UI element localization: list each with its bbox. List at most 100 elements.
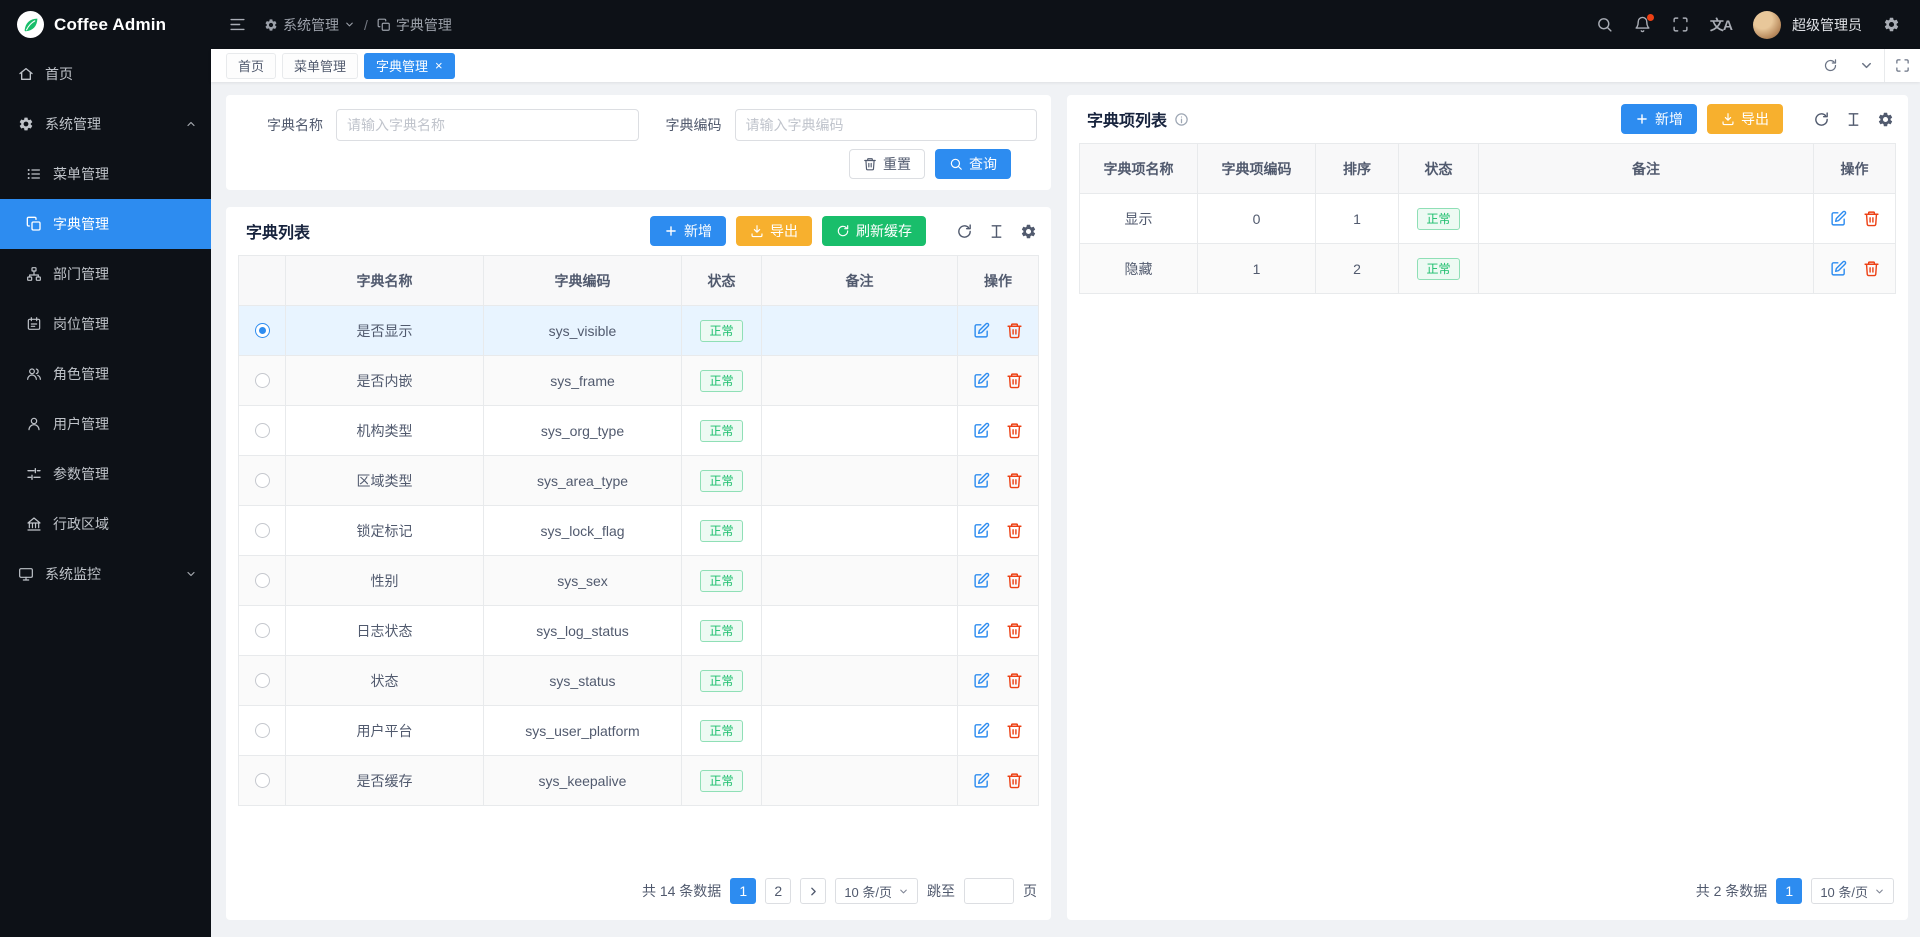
sidebar-item-role-management[interactable]: 角色管理 <box>0 349 211 399</box>
edit-icon[interactable] <box>973 672 990 689</box>
translate-icon[interactable]: 文A <box>1710 15 1732 35</box>
next-page-icon[interactable] <box>800 878 826 904</box>
breadcrumb-item-system[interactable]: 系统管理 <box>264 15 355 35</box>
notification-bell-icon[interactable] <box>1634 16 1651 33</box>
breadcrumb-item-dict[interactable]: 字典管理 <box>377 15 452 35</box>
page-1[interactable]: 1 <box>1776 878 1802 904</box>
refresh-cache-button[interactable]: 刷新缓存 <box>822 216 926 246</box>
table-row[interactable]: 区域类型 sys_area_type 正常 <box>239 456 1038 506</box>
delete-icon[interactable] <box>1006 722 1023 739</box>
row-radio[interactable] <box>255 773 270 788</box>
page-size-select[interactable]: 10 条/页 <box>835 878 918 904</box>
tab-options-chevron-icon[interactable] <box>1848 49 1884 82</box>
table-row[interactable]: 锁定标记 sys_lock_flag 正常 <box>239 506 1038 556</box>
delete-icon[interactable] <box>1006 672 1023 689</box>
username[interactable]: 超级管理员 <box>1792 15 1862 35</box>
edit-icon[interactable] <box>973 322 990 339</box>
dict-code-input[interactable] <box>735 109 1038 141</box>
row-radio[interactable] <box>255 573 270 588</box>
table-row[interactable]: 性别 sys_sex 正常 <box>239 556 1038 606</box>
tab-home[interactable]: 首页 <box>226 53 276 79</box>
avatar[interactable] <box>1753 11 1781 39</box>
row-radio[interactable] <box>255 473 270 488</box>
sidebar-item-menu-management[interactable]: 菜单管理 <box>0 149 211 199</box>
table-row[interactable]: 显示 0 1 正常 <box>1080 194 1895 244</box>
row-radio[interactable] <box>255 673 270 688</box>
refresh-table-icon[interactable] <box>956 223 973 240</box>
refresh-tab-icon[interactable] <box>1812 49 1848 82</box>
edit-icon[interactable] <box>973 622 990 639</box>
table-row[interactable]: 日志状态 sys_log_status 正常 <box>239 606 1038 656</box>
edit-icon[interactable] <box>973 772 990 789</box>
column-settings-icon[interactable] <box>1845 111 1862 128</box>
export-button[interactable]: 导出 <box>736 216 812 246</box>
table-row[interactable]: 是否内嵌 sys_frame 正常 <box>239 356 1038 406</box>
sidebar-item-user-management[interactable]: 用户管理 <box>0 399 211 449</box>
column-settings-icon[interactable] <box>988 223 1005 240</box>
row-radio[interactable] <box>255 373 270 388</box>
dict-name-input[interactable] <box>336 109 639 141</box>
reset-button[interactable]: 重置 <box>849 149 925 179</box>
sidebar-item-system-management[interactable]: 系统管理 <box>0 99 211 149</box>
item-add-button[interactable]: 新增 <box>1621 104 1697 134</box>
delete-icon[interactable] <box>1006 372 1023 389</box>
table-settings-gear-icon[interactable] <box>1020 223 1037 240</box>
refresh-table-icon[interactable] <box>1813 111 1830 128</box>
app-logo[interactable]: Coffee Admin <box>0 0 211 49</box>
sidebar-item-dept-management[interactable]: 部门管理 <box>0 249 211 299</box>
info-icon[interactable] <box>1174 112 1189 127</box>
delete-icon[interactable] <box>1006 572 1023 589</box>
row-radio[interactable] <box>255 423 270 438</box>
edit-icon[interactable] <box>973 372 990 389</box>
sidebar-item-admin-region[interactable]: 行政区域 <box>0 499 211 549</box>
delete-icon[interactable] <box>1006 622 1023 639</box>
item-export-button[interactable]: 导出 <box>1707 104 1783 134</box>
edit-icon[interactable] <box>973 422 990 439</box>
edit-icon[interactable] <box>973 572 990 589</box>
sidebar-item-home[interactable]: 首页 <box>0 49 211 99</box>
edit-icon[interactable] <box>973 522 990 539</box>
status-badge: 正常 <box>700 570 742 592</box>
sidebar-toggle-icon[interactable] <box>229 16 246 33</box>
table-row[interactable]: 机构类型 sys_org_type 正常 <box>239 406 1038 456</box>
page-2[interactable]: 2 <box>765 878 791 904</box>
settings-gear-icon[interactable] <box>1883 16 1900 33</box>
add-button[interactable]: 新增 <box>650 216 726 246</box>
edit-icon[interactable] <box>1830 210 1847 227</box>
row-radio[interactable] <box>255 623 270 638</box>
fullscreen-icon[interactable] <box>1672 16 1689 33</box>
table-row[interactable]: 是否显示 sys_visible 正常 <box>239 306 1038 356</box>
sidebar-item-post-management[interactable]: 岗位管理 <box>0 299 211 349</box>
search-icon[interactable] <box>1596 16 1613 33</box>
delete-icon[interactable] <box>1006 472 1023 489</box>
row-radio[interactable] <box>255 723 270 738</box>
page-size-select[interactable]: 10 条/页 <box>1811 878 1894 904</box>
delete-icon[interactable] <box>1006 522 1023 539</box>
row-radio[interactable] <box>255 523 270 538</box>
delete-icon[interactable] <box>1006 322 1023 339</box>
edit-icon[interactable] <box>973 472 990 489</box>
sidebar-item-system-monitor[interactable]: 系统监控 <box>0 549 211 599</box>
delete-icon[interactable] <box>1863 210 1880 227</box>
delete-icon[interactable] <box>1863 260 1880 277</box>
sidebar-item-param-management[interactable]: 参数管理 <box>0 449 211 499</box>
page-1[interactable]: 1 <box>730 878 756 904</box>
table-settings-gear-icon[interactable] <box>1877 111 1894 128</box>
expand-content-icon[interactable] <box>1884 49 1920 82</box>
tab-menu-management[interactable]: 菜单管理 <box>282 53 358 79</box>
close-icon[interactable]: × <box>435 59 443 72</box>
table-row[interactable]: 用户平台 sys_user_platform 正常 <box>239 706 1038 756</box>
tab-dict-management[interactable]: 字典管理 × <box>364 53 455 79</box>
sidebar-item-dict-management[interactable]: 字典管理 <box>0 199 211 249</box>
row-radio[interactable] <box>255 323 270 338</box>
dict-remark-cell <box>762 456 958 505</box>
edit-icon[interactable] <box>973 722 990 739</box>
table-row[interactable]: 隐藏 1 2 正常 <box>1080 244 1895 294</box>
table-row[interactable]: 状态 sys_status 正常 <box>239 656 1038 706</box>
edit-icon[interactable] <box>1830 260 1847 277</box>
delete-icon[interactable] <box>1006 422 1023 439</box>
table-row[interactable]: 是否缓存 sys_keepalive 正常 <box>239 756 1038 806</box>
jump-page-input[interactable] <box>964 878 1014 904</box>
query-button[interactable]: 查询 <box>935 149 1011 179</box>
delete-icon[interactable] <box>1006 772 1023 789</box>
